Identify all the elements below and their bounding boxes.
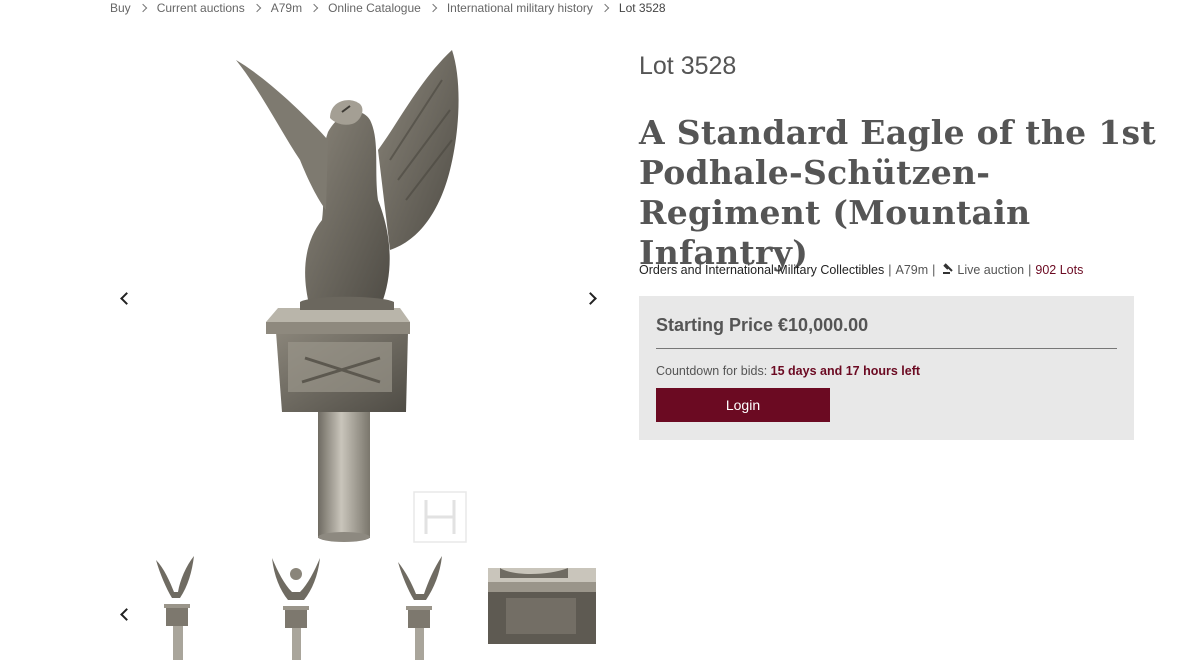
- bidding-panel: Starting Price €10,000.00 Countdown for …: [639, 296, 1134, 440]
- breadcrumb-separator-icon: [428, 3, 438, 13]
- thumbnail-1[interactable]: [150, 552, 200, 664]
- chevron-left-icon: [119, 291, 133, 305]
- department-link[interactable]: Orders and International Military Collec…: [639, 263, 884, 277]
- meta-separator: |: [888, 263, 892, 277]
- meta-separator: |: [932, 263, 936, 277]
- auction-meta: Orders and International Military Collec…: [639, 263, 1083, 277]
- image-gallery: [110, 40, 605, 550]
- lot-main-image[interactable]: [230, 40, 490, 545]
- gallery-next-button[interactable]: [580, 286, 604, 310]
- breadcrumb-separator-icon: [138, 3, 147, 13]
- chevron-right-icon: [583, 291, 597, 305]
- breadcrumb-separator-icon: [252, 3, 261, 13]
- lot-title: A Standard Eagle of the 1st Podhale-Schü…: [639, 113, 1156, 272]
- breadcrumb-separator-icon: [600, 3, 610, 13]
- breadcrumb-current-lot: Lot 3528: [618, 1, 666, 15]
- lots-count-link[interactable]: 902 Lots: [1035, 263, 1083, 277]
- countdown-value: 15 days and 17 hours left: [770, 364, 921, 378]
- h-watermark-icon: [413, 491, 467, 543]
- thumbnail-prev-button[interactable]: [112, 602, 136, 626]
- breadcrumb-separator-icon: [309, 3, 319, 13]
- gavel-icon: [943, 263, 954, 277]
- chevron-left-icon: [119, 607, 133, 621]
- meta-separator: |: [1028, 263, 1032, 277]
- lot-number: Lot 3528: [639, 52, 737, 80]
- login-button[interactable]: Login: [656, 388, 830, 422]
- breadcrumb-buy[interactable]: Buy: [110, 1, 131, 15]
- thumbnail-strip: [110, 548, 605, 666]
- countdown-label: Countdown for bids:: [656, 364, 768, 378]
- thumbnail-4[interactable]: [488, 568, 596, 644]
- breadcrumb-auction[interactable]: A79m: [271, 1, 302, 15]
- auction-type: Live auction: [957, 263, 1025, 277]
- divider: [656, 348, 1117, 349]
- breadcrumb-category[interactable]: International military history: [447, 1, 593, 15]
- auction-code: A79m: [895, 263, 929, 277]
- thumbnail-3[interactable]: [392, 552, 448, 664]
- gallery-prev-button[interactable]: [112, 286, 136, 310]
- breadcrumb: Buy Current auctions A79m Online Catalog…: [110, 1, 666, 15]
- starting-price: Starting Price €10,000.00: [656, 315, 869, 335]
- thumbnail-2[interactable]: [268, 552, 324, 664]
- breadcrumb-online-catalogue[interactable]: Online Catalogue: [328, 1, 421, 15]
- countdown: Countdown for bids: 15 days and 17 hours…: [656, 364, 920, 378]
- breadcrumb-current-auctions[interactable]: Current auctions: [157, 1, 245, 15]
